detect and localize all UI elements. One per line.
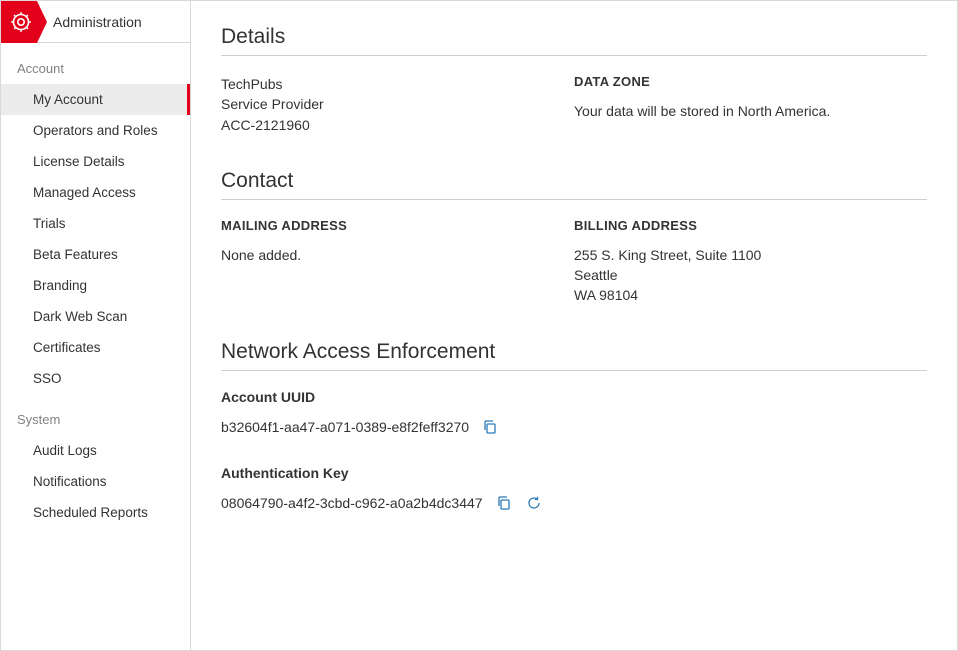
authentication-key-value: 08064790-a4f2-3cbd-c962-a0a2b4dc3447 bbox=[221, 493, 483, 513]
gear-icon bbox=[1, 1, 47, 43]
account-uuid-label: Account UUID bbox=[221, 389, 927, 405]
sidebar-item-operators-and-roles[interactable]: Operators and Roles bbox=[1, 115, 190, 146]
billing-address-line3: WA 98104 bbox=[574, 285, 927, 305]
billing-address-line2: Seattle bbox=[574, 265, 927, 285]
sidebar-item-sso[interactable]: SSO bbox=[1, 363, 190, 394]
sidebar-item-managed-access[interactable]: Managed Access bbox=[1, 177, 190, 208]
section-network-access-enforcement: Network Access Enforcement Account UUID … bbox=[221, 340, 927, 514]
sidebar-item-scheduled-reports[interactable]: Scheduled Reports bbox=[1, 497, 190, 528]
sidebar-item-audit-logs[interactable]: Audit Logs bbox=[1, 435, 190, 466]
sidebar-item-beta-features[interactable]: Beta Features bbox=[1, 239, 190, 270]
sidebar: Administration Account My Account Operat… bbox=[1, 1, 191, 650]
data-zone-text: Your data will be stored in North Americ… bbox=[574, 101, 927, 121]
sidebar-group-label-system: System bbox=[1, 394, 190, 435]
authentication-key-label: Authentication Key bbox=[221, 465, 927, 481]
section-details: Details TechPubs Service Provider ACC-21… bbox=[221, 25, 927, 135]
billing-address-label: BILLING ADDRESS bbox=[574, 218, 927, 233]
section-title-details: Details bbox=[221, 25, 927, 56]
sidebar-header: Administration bbox=[1, 1, 190, 43]
account-id: ACC-2121960 bbox=[221, 115, 574, 135]
org-name: TechPubs bbox=[221, 74, 574, 94]
sidebar-item-license-details[interactable]: License Details bbox=[1, 146, 190, 177]
sidebar-title: Administration bbox=[47, 14, 142, 30]
sidebar-item-dark-web-scan[interactable]: Dark Web Scan bbox=[1, 301, 190, 332]
billing-address-line1: 255 S. King Street, Suite 1100 bbox=[574, 245, 927, 265]
section-title-nae: Network Access Enforcement bbox=[221, 340, 927, 371]
mailing-address-value: None added. bbox=[221, 245, 574, 265]
sidebar-item-certificates[interactable]: Certificates bbox=[1, 332, 190, 363]
sidebar-item-notifications[interactable]: Notifications bbox=[1, 466, 190, 497]
section-contact: Contact MAILING ADDRESS None added. BILL… bbox=[221, 169, 927, 306]
copy-icon[interactable] bbox=[495, 494, 513, 512]
sidebar-group-label-account: Account bbox=[1, 43, 190, 84]
account-uuid-value: b32604f1-aa47-a071-0389-e8f2feff3270 bbox=[221, 417, 469, 437]
sidebar-item-branding[interactable]: Branding bbox=[1, 270, 190, 301]
sidebar-item-my-account[interactable]: My Account bbox=[1, 84, 190, 115]
mailing-address-label: MAILING ADDRESS bbox=[221, 218, 574, 233]
copy-icon[interactable] bbox=[481, 418, 499, 436]
refresh-icon[interactable] bbox=[525, 494, 543, 512]
content-area: Details TechPubs Service Provider ACC-21… bbox=[191, 1, 957, 650]
org-type: Service Provider bbox=[221, 94, 574, 114]
sidebar-item-trials[interactable]: Trials bbox=[1, 208, 190, 239]
data-zone-label: DATA ZONE bbox=[574, 74, 927, 89]
section-title-contact: Contact bbox=[221, 169, 927, 200]
